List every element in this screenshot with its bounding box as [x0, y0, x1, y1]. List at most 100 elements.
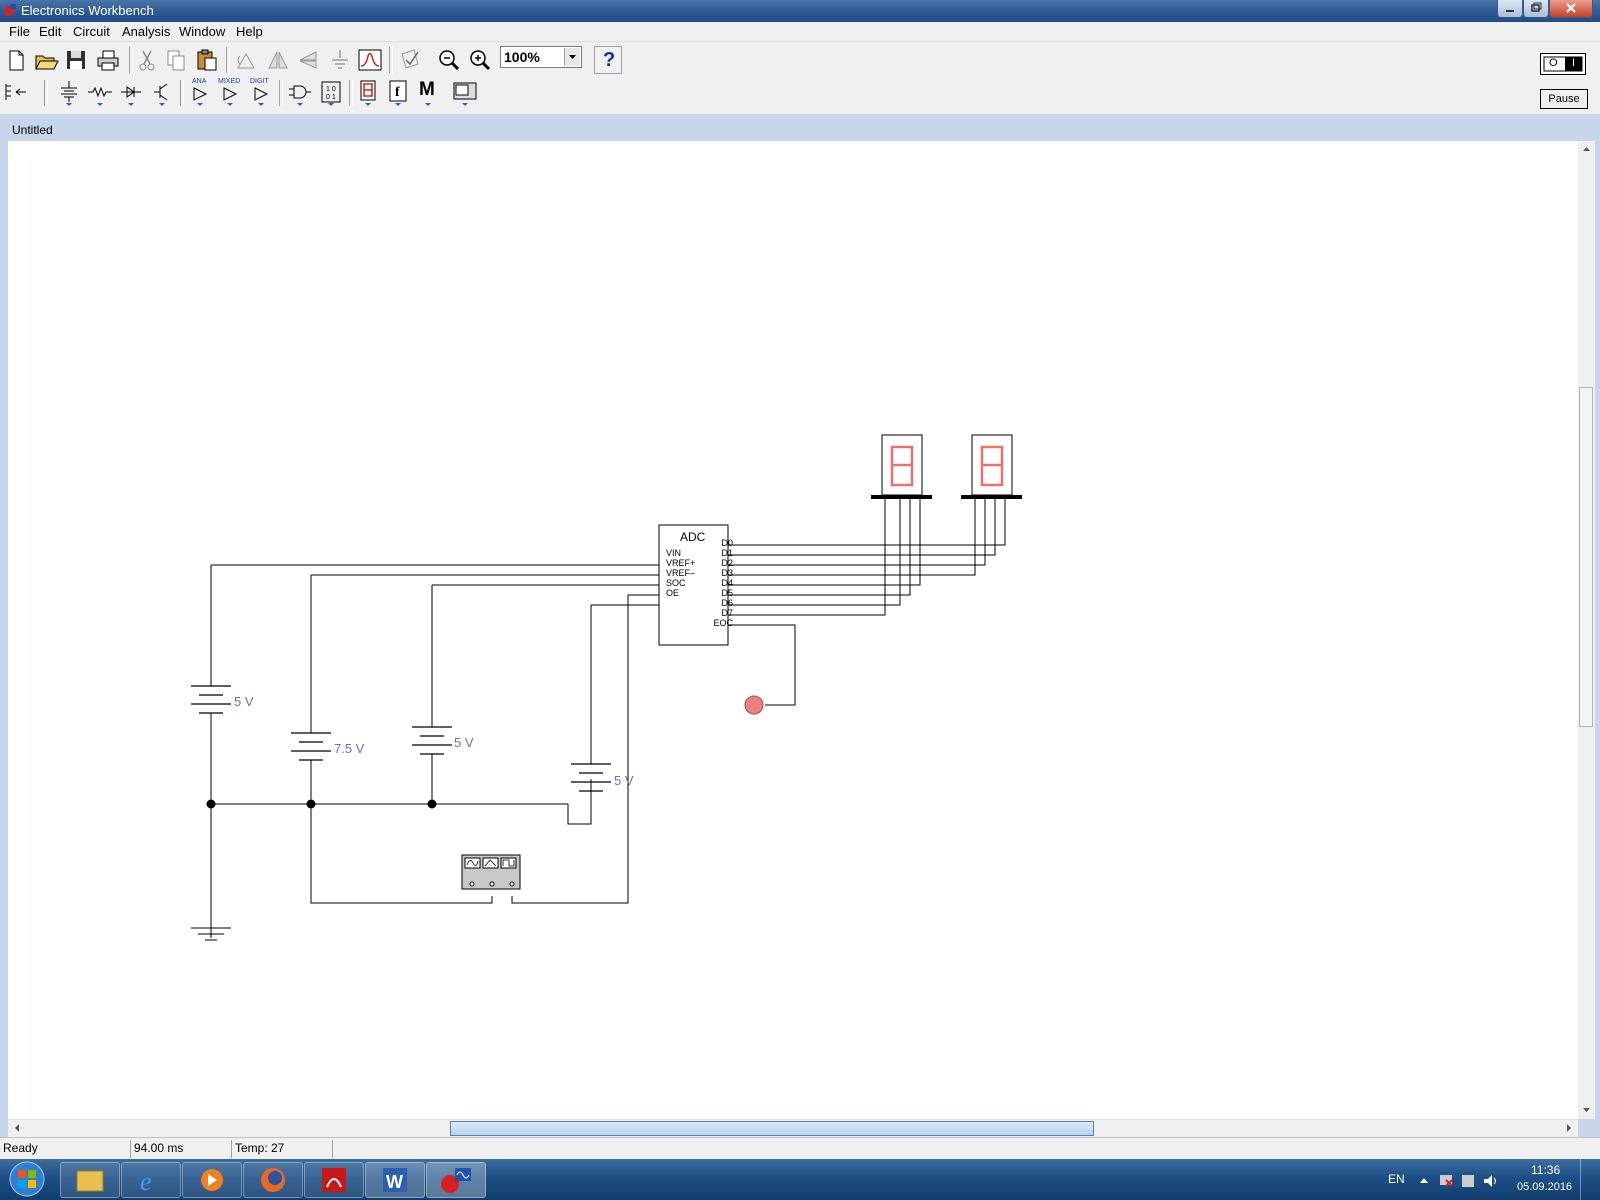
horizontal-scroll-thumb[interactable]	[450, 1121, 1094, 1136]
system-tray-icons[interactable]	[1418, 1171, 1508, 1191]
pin-vref-minus: VREF–	[666, 568, 696, 578]
maximize-button[interactable]	[1523, 0, 1549, 18]
pin-d0: D0	[721, 538, 733, 548]
zoom-out-button[interactable]	[435, 46, 463, 74]
miscellaneous-bin-button[interactable]: M	[414, 78, 442, 106]
mixed-ics-bin-button[interactable]: MIXED	[216, 78, 244, 106]
svg-text:W: W	[386, 1172, 403, 1192]
logic-gates-bin-button[interactable]	[286, 78, 314, 106]
instruments-bin-button[interactable]	[451, 78, 479, 106]
open-folder-icon	[35, 55, 59, 70]
chevron-down-icon	[569, 55, 576, 59]
taskbar-acrobat[interactable]	[304, 1162, 364, 1198]
minimize-button[interactable]	[1497, 0, 1523, 18]
menu-analysis[interactable]: Analysis	[122, 24, 170, 39]
controls-bin-button[interactable]: f	[384, 78, 412, 106]
create-subcircuit-button[interactable]	[356, 46, 384, 74]
show-hidden-icons-icon	[1420, 1178, 1428, 1183]
zoom-in-button[interactable]	[466, 46, 494, 74]
paste-button[interactable]	[193, 46, 221, 74]
battery-1-label: 5 V	[234, 694, 254, 709]
favorites-bin-button[interactable]	[2, 78, 30, 106]
sources-bin-button[interactable]	[55, 78, 83, 106]
rotate-button[interactable]	[232, 46, 260, 74]
digital-bin-button[interactable]: 1 00 1	[317, 78, 345, 106]
scroll-left-icon[interactable]	[10, 1120, 24, 1136]
analog-ics-bin-button[interactable]: ANA	[186, 78, 214, 106]
flip-vertical-button[interactable]	[294, 46, 322, 74]
seven-segment-icon	[360, 80, 376, 106]
transistors-bin-button[interactable]	[148, 78, 176, 106]
diodes-bin-button[interactable]	[117, 78, 145, 106]
pin-oe: OE	[666, 588, 680, 598]
menu-edit[interactable]: Edit	[39, 24, 61, 39]
clock-time[interactable]: 11:36	[1531, 1163, 1560, 1177]
indicators-bin-button[interactable]	[354, 78, 382, 106]
taskbar-media-player[interactable]	[182, 1162, 242, 1198]
flip-vertical-icon	[299, 51, 317, 69]
battery-1[interactable]	[191, 685, 231, 714]
menu-help[interactable]: Help	[236, 24, 263, 39]
taskbar-electronics-workbench[interactable]	[426, 1162, 486, 1198]
description-button[interactable]	[396, 46, 424, 74]
start-button[interactable]	[2, 1159, 52, 1200]
word-icon: W	[383, 1168, 407, 1192]
open-button[interactable]	[32, 46, 60, 74]
cut-button[interactable]	[133, 46, 161, 74]
horizontal-scrollbar[interactable]	[8, 1119, 1578, 1137]
document-caption: Untitled	[0, 118, 1600, 140]
scroll-down-icon[interactable]	[1578, 1104, 1595, 1116]
miscellaneous-icon	[425, 103, 431, 106]
internet-explorer-icon: e	[140, 1167, 152, 1196]
component-properties-button[interactable]	[326, 46, 354, 74]
circuit-schematic	[191, 434, 1022, 941]
save-button[interactable]	[62, 46, 90, 74]
scroll-up-icon[interactable]	[1578, 143, 1595, 155]
flipflop-icon: 1 00 1	[321, 81, 341, 106]
vertical-scrollbar[interactable]	[1578, 141, 1595, 1119]
pin-d2: D2	[721, 558, 733, 568]
zoom-select[interactable]: 100%	[500, 46, 582, 68]
app-icon[interactable]	[3, 3, 17, 17]
network-icon	[1462, 1175, 1474, 1187]
menu-file[interactable]: File	[9, 24, 30, 39]
battery-3[interactable]	[412, 726, 452, 755]
show-desktop-button[interactable]	[1580, 1159, 1600, 1200]
print-button[interactable]	[94, 46, 122, 74]
function-generator[interactable]	[461, 854, 521, 890]
graph-curve-icon	[358, 49, 382, 71]
pause-button[interactable]: Pause	[1540, 89, 1588, 109]
copy-button[interactable]	[162, 46, 190, 74]
flip-horizontal-button[interactable]	[264, 46, 292, 74]
menu-circuit[interactable]: Circuit	[73, 24, 110, 39]
zoom-dropdown-button[interactable]	[564, 48, 580, 66]
vertical-scroll-thumb[interactable]	[1579, 387, 1593, 727]
circuit-canvas[interactable]: ADC VIN VREF+ VREF– SOC OE D0 D1 D2 D3 D…	[8, 141, 1578, 1119]
svg-text:e: e	[140, 1167, 152, 1196]
zoom-in-icon	[470, 50, 491, 71]
digital-ics-bin-button[interactable]: DIGIT	[247, 78, 275, 106]
language-indicator[interactable]: EN	[1388, 1172, 1405, 1186]
window-title: Electronics Workbench	[21, 3, 154, 18]
pdf-icon	[322, 1168, 346, 1192]
volume-icon	[1484, 1175, 1492, 1187]
new-button[interactable]	[2, 46, 30, 74]
taskbar-explorer[interactable]	[60, 1162, 120, 1198]
copy-icon	[167, 50, 185, 71]
folder-icon	[76, 1170, 104, 1192]
status-time: 94.00 ms	[134, 1141, 184, 1155]
taskbar-word[interactable]: W	[365, 1162, 425, 1198]
menu-window[interactable]: Window	[179, 24, 225, 39]
taskbar-firefox[interactable]	[243, 1162, 303, 1198]
taskbar-internet-explorer[interactable]: e	[121, 1162, 181, 1198]
help-button[interactable]: ?	[594, 46, 622, 74]
scroll-right-icon[interactable]	[1562, 1120, 1576, 1136]
basic-bin-button[interactable]	[86, 78, 114, 106]
resistor-icon	[88, 86, 112, 106]
battery-2[interactable]	[291, 732, 331, 761]
zoom-value: 100%	[504, 49, 540, 65]
clock-date[interactable]: 05.09.2016	[1517, 1181, 1572, 1193]
power-switch[interactable]: O I	[1540, 53, 1586, 75]
close-button[interactable]	[1549, 0, 1593, 18]
probe-indicator[interactable]	[744, 695, 764, 715]
